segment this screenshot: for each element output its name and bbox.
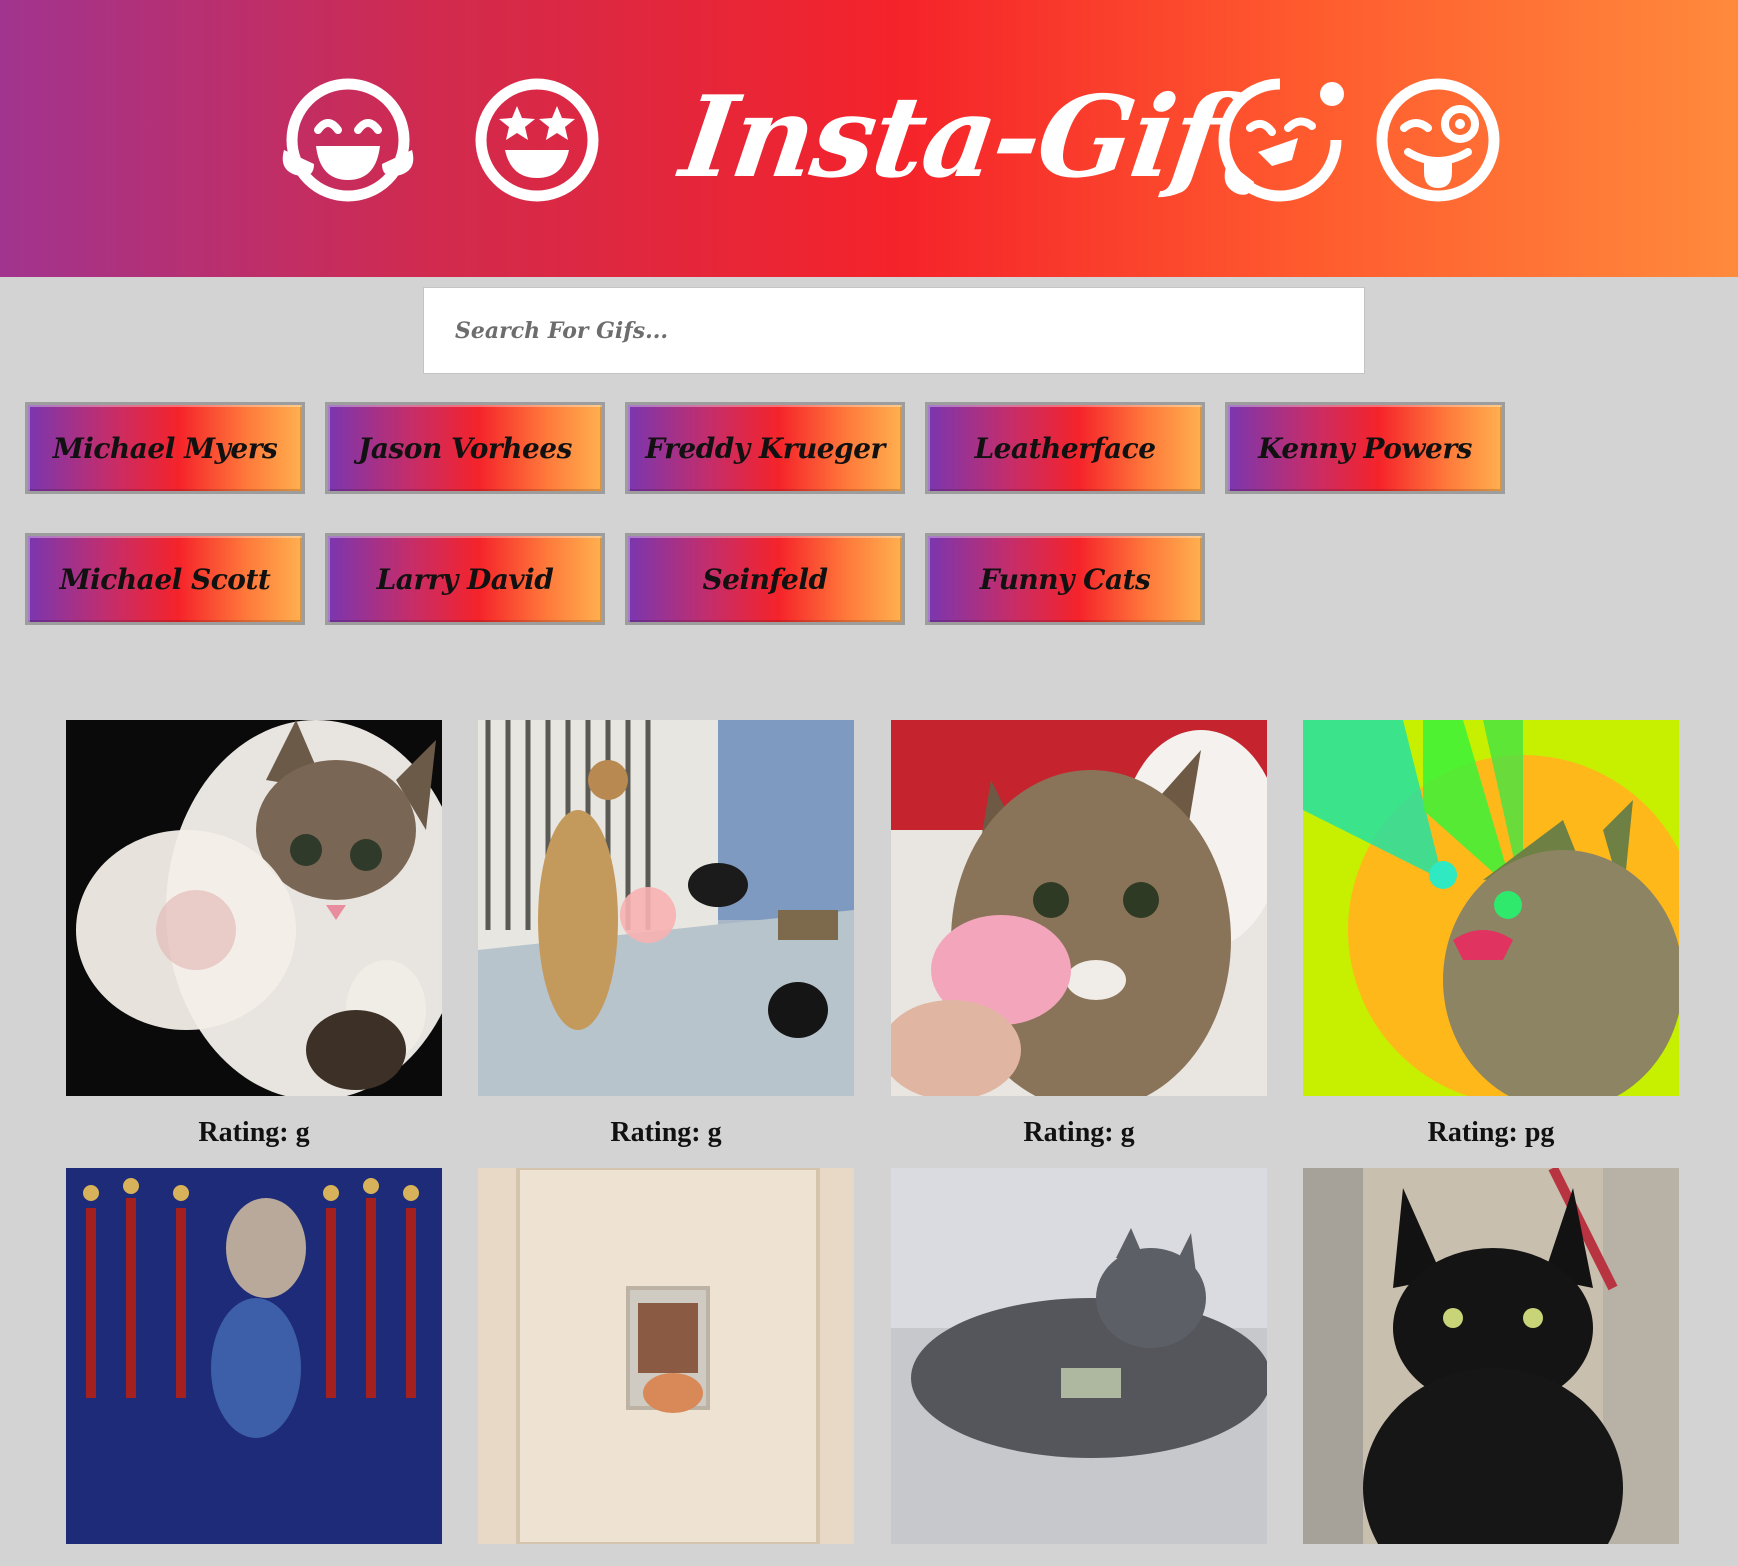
gif-image[interactable] <box>891 720 1267 1096</box>
gif-image[interactable] <box>66 1168 442 1544</box>
gif-image[interactable] <box>891 1168 1267 1544</box>
gif-card: Rating: g <box>66 720 442 1148</box>
gif-card: Rating: g <box>891 720 1267 1148</box>
gif-image[interactable] <box>478 1168 854 1544</box>
gif-image[interactable] <box>1303 1168 1679 1544</box>
header-banner: Insta-Gif <box>0 0 1738 277</box>
topic-button-michael-scott[interactable]: Michael Scott <box>25 533 305 625</box>
gif-image[interactable] <box>478 720 854 1096</box>
gif-rating: Rating: g <box>198 1117 310 1148</box>
gif-image[interactable] <box>66 720 442 1096</box>
gif-image[interactable] <box>1303 720 1679 1096</box>
topic-button-jason-vorhees[interactable]: Jason Vorhees <box>325 402 605 494</box>
topic-button-leatherface[interactable]: Leatherface <box>925 402 1205 494</box>
winking-tongue-face-icon <box>1376 78 1500 202</box>
gif-card: Rating: g <box>478 720 854 1148</box>
zany-face-icon <box>1218 78 1344 202</box>
topic-button-kenny-powers[interactable]: Kenny Powers <box>1225 402 1505 494</box>
gif-card: Rating: pg <box>1303 720 1679 1148</box>
star-eyes-face-icon <box>475 78 599 202</box>
app-title: Insta-Gif <box>673 72 1229 203</box>
topic-button-seinfeld[interactable]: Seinfeld <box>625 533 905 625</box>
gif-card <box>66 1168 442 1566</box>
gif-rating: Rating: g <box>1023 1117 1135 1148</box>
topic-button-larry-david[interactable]: Larry David <box>325 533 605 625</box>
topic-button-freddy-krueger[interactable]: Freddy Krueger <box>625 402 905 494</box>
topic-button-funny-cats[interactable]: Funny Cats <box>925 533 1205 625</box>
topic-button-michael-myers[interactable]: Michael Myers <box>25 402 305 494</box>
gif-rating: Rating: g <box>610 1117 722 1148</box>
search-input[interactable] <box>423 287 1365 374</box>
gif-card <box>891 1168 1267 1566</box>
gif-card <box>478 1168 854 1566</box>
gif-rating: Rating: pg <box>1427 1117 1555 1148</box>
laughing-face-icon <box>282 78 414 202</box>
gif-card <box>1303 1168 1679 1566</box>
